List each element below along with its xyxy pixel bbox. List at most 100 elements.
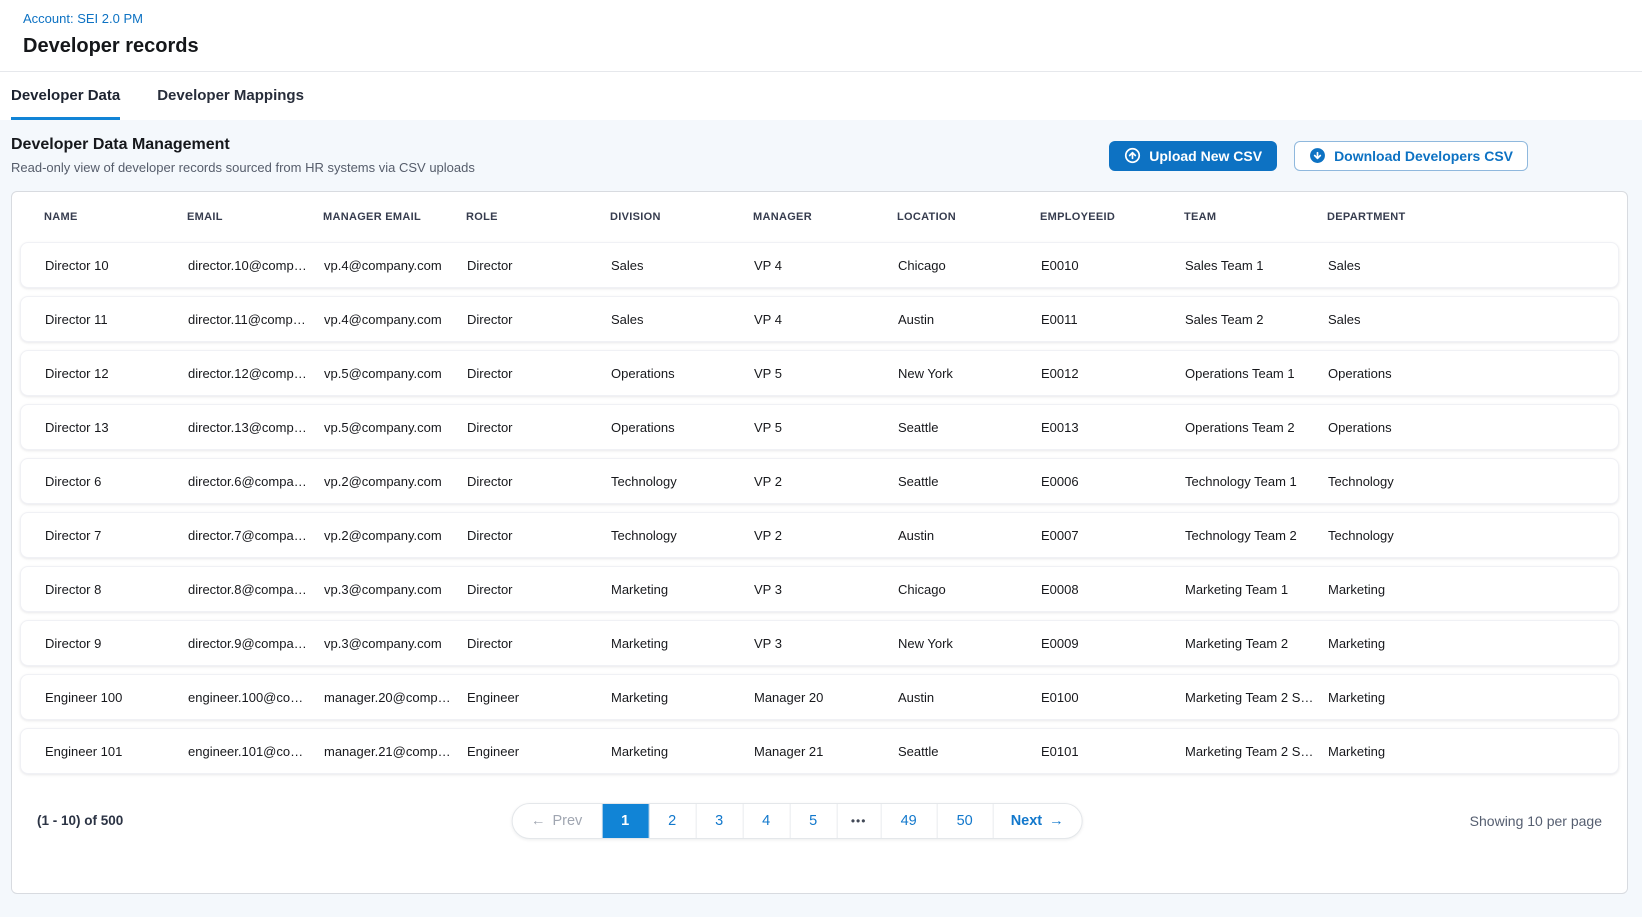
cell-team: Operations Team 1 [1185,366,1328,381]
column-header-team: TEAM [1184,211,1327,223]
tab-developer-mappings[interactable]: Developer Mappings [157,87,304,120]
table-header-row: NAMEEMAILMANAGER EMAILROLEDIVISIONMANAGE… [12,192,1627,242]
download-developers-csv-button[interactable]: Download Developers CSV [1294,141,1528,171]
cell-department: Technology [1328,474,1618,489]
cell-location: Austin [898,690,1041,705]
cell-name: Director 12 [45,366,188,381]
tab-bar: Developer Data Developer Mappings [0,72,1642,120]
page-button-4[interactable]: 4 [743,804,790,838]
developer-data-table: NAMEEMAILMANAGER EMAILROLEDIVISIONMANAGE… [11,191,1628,894]
csv-actions: Upload New CSV Download Developers CSV [1109,141,1528,171]
cell-division: Technology [611,528,754,543]
cell-department: Technology [1328,528,1618,543]
cell-employeeid: E0007 [1041,528,1185,543]
cell-location: Seattle [898,420,1041,435]
page-button-3[interactable]: 3 [696,804,743,838]
cell-manager-email: manager.21@compa... [324,744,467,759]
cell-manager-email: vp.3@company.com [324,582,467,597]
arrow-left-icon: ← [531,813,546,829]
cell-team: Technology Team 1 [1185,474,1328,489]
cell-manager: VP 3 [754,582,898,597]
table-row: Director 12director.12@compan...vp.5@com… [20,350,1619,396]
cell-department: Marketing [1328,636,1618,651]
cell-location: Chicago [898,258,1041,273]
cell-role: Engineer [467,690,611,705]
table-row: Director 13director.13@compan...vp.5@com… [20,404,1619,450]
column-header-name: NAME [44,211,187,223]
cell-team: Sales Team 1 [1185,258,1328,273]
cell-employeeid: E0009 [1041,636,1185,651]
cell-team: Marketing Team 2 Su... [1185,690,1328,705]
table-row: Director 11director.11@compan...vp.4@com… [20,296,1619,342]
page-button-1[interactable]: 1 [602,804,649,838]
cell-name: Director 13 [45,420,188,435]
cell-division: Marketing [611,690,754,705]
cell-email: engineer.101@comp... [188,744,324,759]
cell-name: Director 9 [45,636,188,651]
cell-name: Engineer 100 [45,690,188,705]
next-page-button[interactable]: Next → [993,804,1081,838]
cell-employeeid: E0010 [1041,258,1185,273]
cell-division: Sales [611,312,754,327]
tab-developer-data[interactable]: Developer Data [11,87,120,120]
cell-name: Director 6 [45,474,188,489]
cell-manager: Manager 21 [754,744,898,759]
cell-email: director.11@compan... [188,312,324,327]
column-header-department: DEPARTMENT [1327,211,1627,223]
cell-division: Marketing [611,582,754,597]
cell-role: Director [467,420,611,435]
cell-manager-email: vp.4@company.com [324,258,467,273]
cell-team: Marketing Team 1 [1185,582,1328,597]
cell-department: Marketing [1328,582,1618,597]
table-row: Director 7director.7@company....vp.2@com… [20,512,1619,558]
cell-name: Director 11 [45,312,188,327]
table-row: Engineer 100engineer.100@comp...manager.… [20,674,1619,720]
cell-manager: VP 4 [754,312,898,327]
upload-circle-icon [1124,147,1141,164]
cell-email: director.6@company.... [188,474,324,489]
cell-employeeid: E0100 [1041,690,1185,705]
cell-email: director.9@company.... [188,636,324,651]
page-button-2[interactable]: 2 [649,804,696,838]
cell-manager-email: vp.2@company.com [324,528,467,543]
page-button-50[interactable]: 50 [937,804,993,838]
cell-team: Sales Team 2 [1185,312,1328,327]
cell-employeeid: E0006 [1041,474,1185,489]
cell-manager: VP 3 [754,636,898,651]
cell-manager-email: manager.20@compa... [324,690,467,705]
cell-department: Operations [1328,366,1618,381]
cell-email: engineer.100@comp... [188,690,324,705]
column-header-manager-email: MANAGER EMAIL [323,211,466,223]
cell-name: Director 7 [45,528,188,543]
cell-division: Marketing [611,744,754,759]
upload-new-csv-button[interactable]: Upload New CSV [1109,141,1277,171]
prev-page-button[interactable]: ← Prev [512,804,602,838]
cell-department: Marketing [1328,744,1618,759]
table-row: Director 10director.10@compan...vp.4@com… [20,242,1619,288]
content-area: Developer Data Management Read-only view… [0,120,1642,894]
cell-role: Director [467,636,611,651]
account-link[interactable]: Account: SEI 2.0 PM [23,11,143,26]
section-subtitle: Read-only view of developer records sour… [11,160,475,175]
cell-manager: VP 5 [754,420,898,435]
page-button-5[interactable]: 5 [790,804,837,838]
cell-role: Director [467,474,611,489]
section-title: Developer Data Management [11,136,475,154]
cell-team: Technology Team 2 [1185,528,1328,543]
cell-name: Director 8 [45,582,188,597]
page-header: Account: SEI 2.0 PM Developer records [0,0,1642,72]
cell-role: Director [467,366,611,381]
cell-employeeid: E0011 [1041,312,1185,327]
cell-employeeid: E0008 [1041,582,1185,597]
table-footer: (1 - 10) of 500 ← Prev 12345•••4950 Next… [12,782,1627,893]
cell-location: Austin [898,528,1041,543]
cell-role: Director [467,312,611,327]
page-button-49[interactable]: 49 [881,804,937,838]
cell-name: Director 10 [45,258,188,273]
cell-manager-email: vp.5@company.com [324,420,467,435]
cell-team: Operations Team 2 [1185,420,1328,435]
cell-location: Austin [898,312,1041,327]
section-title-block: Developer Data Management Read-only view… [11,136,475,175]
cell-division: Operations [611,366,754,381]
column-header-role: ROLE [466,211,610,223]
